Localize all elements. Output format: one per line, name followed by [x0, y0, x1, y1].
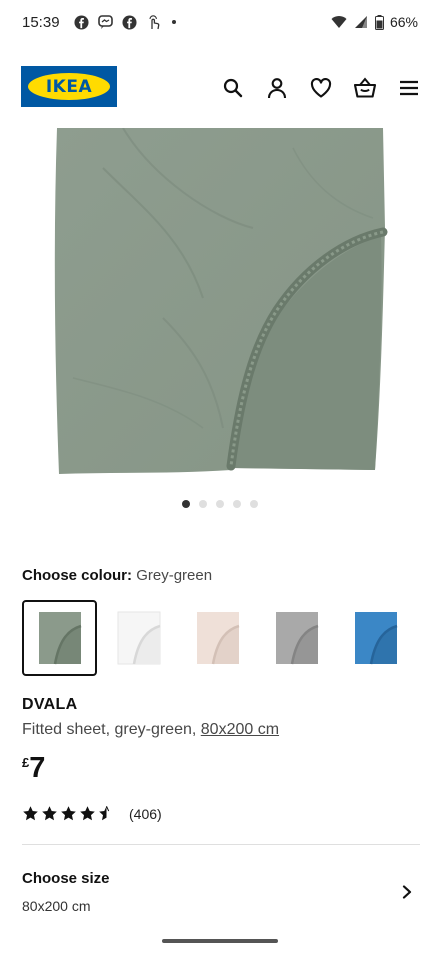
ikea-logo[interactable]: IKEA: [21, 66, 117, 107]
touch-icon: [146, 14, 162, 30]
review-count: (406): [129, 805, 162, 822]
carousel-dot[interactable]: [233, 500, 241, 508]
star-half-icon: [99, 806, 110, 821]
status-bar: 15:39 66%: [0, 0, 440, 44]
swatch-pink[interactable]: [417, 600, 440, 676]
selected-size-value: 80x200 cm: [22, 898, 91, 914]
price-amount: 7: [29, 752, 46, 784]
colour-swatches: [22, 600, 440, 676]
swatch-blue[interactable]: [338, 600, 413, 676]
carousel-dot[interactable]: [182, 500, 190, 508]
product-price: £7: [22, 752, 45, 785]
product-name: DVALA: [22, 696, 78, 713]
signal-icon: [353, 14, 369, 30]
battery-percentage: 66%: [389, 14, 418, 30]
choose-size-row[interactable]: Choose size 80x200 cm: [0, 860, 440, 924]
star-full-icon: [42, 806, 57, 821]
swatch-light-pink[interactable]: [180, 600, 255, 676]
account-icon[interactable]: [264, 75, 290, 101]
carousel-dot[interactable]: [216, 500, 224, 508]
choose-colour-heading: Choose colour: Grey-green: [22, 567, 212, 584]
section-divider: [22, 844, 420, 845]
swatch-grey-green[interactable]: [22, 600, 97, 676]
price-currency: £: [22, 755, 30, 770]
product-size-link[interactable]: 80x200 cm: [201, 721, 279, 738]
facebook-icon: [122, 14, 138, 30]
chevron-right-icon: [402, 885, 412, 899]
menu-icon[interactable]: [396, 75, 422, 101]
home-indicator[interactable]: [162, 939, 278, 943]
site-header: IKEA: [0, 66, 440, 110]
messenger-icon: [97, 14, 114, 30]
selected-colour-value: Grey-green: [136, 567, 213, 584]
image-carousel-dots: [0, 500, 440, 508]
product-rating[interactable]: (406): [22, 805, 162, 822]
product-description: Fitted sheet, grey-green, 80x200 cm: [22, 721, 279, 739]
logo-text: IKEA: [45, 76, 93, 97]
swatch-grey[interactable]: [259, 600, 334, 676]
swatch-white[interactable]: [101, 600, 176, 676]
star-full-icon: [23, 806, 38, 821]
choose-size-title: Choose size: [22, 870, 110, 887]
facebook-icon: [74, 14, 90, 30]
search-icon[interactable]: [220, 75, 246, 101]
status-time: 15:39: [22, 13, 60, 31]
battery-icon: [374, 14, 384, 30]
basket-icon[interactable]: [352, 75, 378, 101]
product-description-text: Fitted sheet, grey-green,: [22, 721, 197, 738]
product-image[interactable]: [53, 127, 391, 480]
logo-oval: IKEA: [28, 73, 110, 100]
choose-colour-label: Choose colour:: [22, 567, 133, 584]
carousel-dot[interactable]: [199, 500, 207, 508]
wishlist-icon[interactable]: [308, 75, 334, 101]
star-full-icon: [80, 806, 95, 821]
carousel-dot[interactable]: [250, 500, 258, 508]
wifi-icon: [331, 14, 347, 30]
notification-dot-icon: [171, 20, 176, 24]
star-full-icon: [61, 806, 76, 821]
